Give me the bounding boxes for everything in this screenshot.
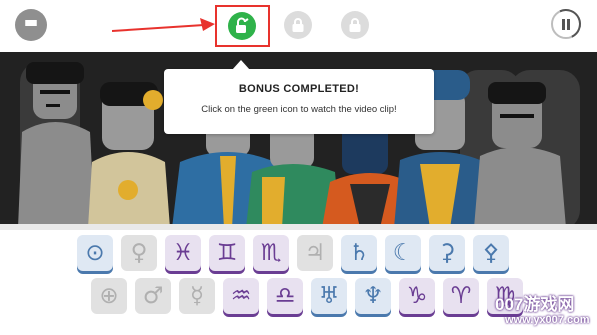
locked-bonus-button-3[interactable] bbox=[341, 11, 369, 39]
pause-icon bbox=[562, 18, 570, 30]
moon-sound-icon[interactable]: ☾ bbox=[385, 235, 421, 271]
popup-message: Click on the green icon to watch the vid… bbox=[201, 104, 397, 115]
capricorn-sound-icon[interactable]: ♑ bbox=[399, 278, 435, 314]
pisces-sound-icon[interactable]: ♓ bbox=[165, 235, 201, 271]
pallas-sound-icon[interactable]: ⚴ bbox=[473, 235, 509, 271]
aquarius-sound-icon[interactable]: ♒ bbox=[223, 278, 259, 314]
scorpio-sound-icon[interactable]: ♏ bbox=[253, 235, 289, 271]
popup-title: BONUS COMPLETED! bbox=[238, 83, 360, 95]
neptune-sound-icon[interactable]: ♆ bbox=[355, 278, 391, 314]
hamburger-menu-icon bbox=[25, 20, 37, 30]
bonus-highlight-frame bbox=[215, 5, 270, 47]
bonus-unlocked-icon[interactable] bbox=[228, 12, 256, 40]
locked-bonus-button-2[interactable] bbox=[284, 11, 312, 39]
uranus-sound-icon[interactable]: ♅ bbox=[311, 278, 347, 314]
saturn-sound-icon[interactable]: ♄ bbox=[341, 235, 377, 271]
libra-sound-icon[interactable]: ♎ bbox=[267, 278, 303, 314]
aries-sound-icon[interactable]: ♈ bbox=[443, 278, 479, 314]
menu-button[interactable] bbox=[15, 9, 47, 41]
ceres-sound-icon[interactable]: ⚳ bbox=[429, 235, 465, 271]
padlock-icon bbox=[349, 18, 361, 32]
red-pointer-arrow bbox=[112, 18, 215, 32]
mercury-sound-icon[interactable]: ☿ bbox=[179, 278, 215, 314]
mars-sound-icon[interactable]: ♂ bbox=[135, 278, 171, 314]
unlock-icon bbox=[236, 17, 249, 33]
watermark: 007游戏网 www.yx007.com bbox=[485, 288, 597, 332]
watermark-url: www.yx007.com bbox=[505, 314, 590, 326]
bonus-popup: BONUS COMPLETED! Click on the green icon… bbox=[164, 60, 434, 134]
earth-sound-icon[interactable]: ⊕ bbox=[91, 278, 127, 314]
venus-sound-icon[interactable]: ♀ bbox=[121, 235, 157, 271]
pause-button[interactable] bbox=[551, 9, 581, 39]
padlock-icon bbox=[292, 18, 304, 32]
sun-sound-icon[interactable]: ⊙ bbox=[77, 235, 113, 271]
watermark-title: 007游戏网 bbox=[495, 295, 575, 314]
jupiter-sound-icon[interactable]: ♃ bbox=[297, 235, 333, 271]
top-bar bbox=[0, 0, 597, 52]
gemini-sound-icon[interactable]: ♊ bbox=[209, 235, 245, 271]
